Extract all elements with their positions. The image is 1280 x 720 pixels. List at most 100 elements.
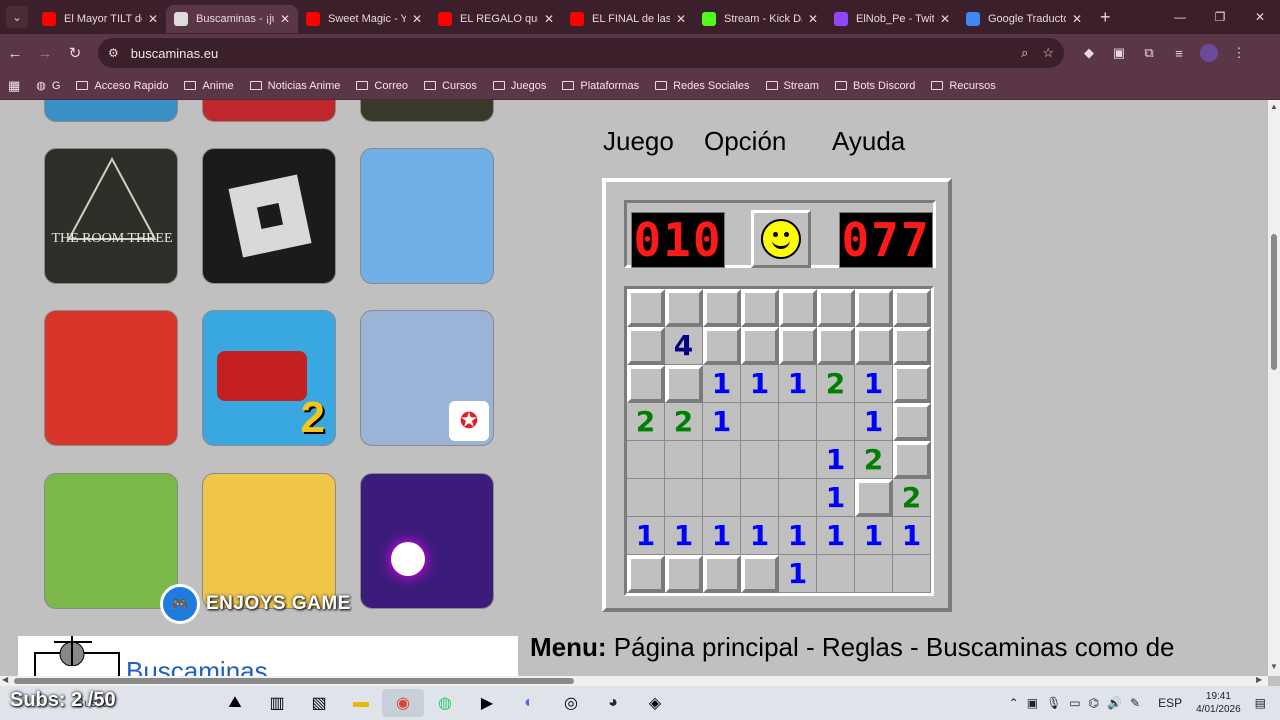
smiley-reset-button[interactable] xyxy=(751,210,811,268)
close-tab-icon[interactable]: ✕ xyxy=(676,12,686,26)
cell-hidden[interactable] xyxy=(741,289,779,327)
cell-number[interactable]: 2 xyxy=(855,441,893,479)
game-thumb-talking-tom-gold-run[interactable] xyxy=(44,310,178,446)
browser-tab[interactable]: EL FINAL de las l ✕ xyxy=(562,5,694,33)
bookmark-item[interactable]: Noticias Anime xyxy=(249,80,340,92)
clock[interactable]: 19:41 4/01/2026 xyxy=(1196,690,1241,716)
cell-hidden[interactable] xyxy=(741,555,779,593)
media-icon[interactable]: ≡ xyxy=(1164,46,1194,61)
cell-empty[interactable] xyxy=(665,479,703,517)
tray-chevron-icon[interactable]: ⌃ xyxy=(1009,696,1019,710)
cell-empty[interactable] xyxy=(817,555,855,593)
obs-icon[interactable]: ◎ xyxy=(550,689,592,717)
maximize-button[interactable]: ❐ xyxy=(1200,0,1240,34)
bookmark-item[interactable]: Plataformas xyxy=(562,80,639,92)
game-thumb-partial-1[interactable] xyxy=(44,100,178,122)
extension-icon[interactable]: ◆ xyxy=(1074,45,1104,61)
cell-hidden[interactable] xyxy=(893,441,931,479)
close-window-button[interactable]: ✕ xyxy=(1240,0,1280,34)
cell-number[interactable]: 1 xyxy=(893,517,931,555)
whatsapp-icon[interactable]: ◍ xyxy=(424,689,466,717)
close-tab-icon[interactable]: ✕ xyxy=(412,12,422,26)
cell-hidden[interactable] xyxy=(779,327,817,365)
cell-empty[interactable] xyxy=(855,555,893,593)
game-thumb-bloons-td-battles[interactable] xyxy=(44,473,178,609)
cell-hidden[interactable] xyxy=(627,289,665,327)
cell-hidden[interactable] xyxy=(703,555,741,593)
cell-empty[interactable] xyxy=(741,441,779,479)
browser-tab[interactable]: Sweet Magic - Yo ✕ xyxy=(298,5,430,33)
cell-hidden[interactable] xyxy=(665,555,703,593)
cell-number[interactable]: 2 xyxy=(627,403,665,441)
cell-number[interactable]: 4 xyxy=(665,327,703,365)
cell-number[interactable]: 1 xyxy=(855,403,893,441)
game-thumb-tiles-hop[interactable] xyxy=(360,473,494,609)
browser-tab[interactable]: ElNob_Pe - Twitc ✕ xyxy=(826,5,958,33)
bookmark-item[interactable]: ◍ G xyxy=(36,79,60,93)
reload-button[interactable]: ↻ xyxy=(60,44,90,62)
cell-number[interactable]: 1 xyxy=(741,517,779,555)
close-tab-icon[interactable]: ✕ xyxy=(280,12,290,26)
cell-hidden[interactable] xyxy=(855,479,893,517)
bookmark-star-icon[interactable]: ☆ xyxy=(1042,45,1054,61)
scroll-down-icon[interactable]: ▼ xyxy=(1270,662,1278,671)
extension-2-icon[interactable]: ▣ xyxy=(1104,45,1134,61)
bookmark-item[interactable]: Redes Sociales xyxy=(655,80,750,92)
cell-hidden[interactable] xyxy=(893,403,931,441)
cell-hidden[interactable] xyxy=(665,289,703,327)
cell-hidden[interactable] xyxy=(893,289,931,327)
cell-empty[interactable] xyxy=(703,479,741,517)
minimize-button[interactable]: — xyxy=(1160,0,1200,34)
menu-links[interactable]: Página principal - Reglas - Buscaminas c… xyxy=(607,632,1175,662)
cell-empty[interactable] xyxy=(779,403,817,441)
notifications-icon[interactable]: ▤ xyxy=(1255,696,1266,710)
cell-empty[interactable] xyxy=(779,479,817,517)
cell-number[interactable]: 2 xyxy=(817,365,855,403)
cell-number[interactable]: 1 xyxy=(817,441,855,479)
cell-hidden[interactable] xyxy=(855,327,893,365)
profile-avatar[interactable] xyxy=(1200,44,1218,62)
cell-hidden[interactable] xyxy=(741,327,779,365)
game-thumb-partial-3[interactable] xyxy=(360,100,494,122)
weather-widget-icon[interactable]: ⛰ xyxy=(214,689,256,717)
cell-number[interactable]: 1 xyxy=(779,555,817,593)
notepad-icon[interactable]: ▧ xyxy=(298,689,340,717)
pen-icon[interactable]: ✎ xyxy=(1130,696,1140,710)
browser-tab[interactable]: Stream - Kick Da ✕ xyxy=(694,5,826,33)
mic-icon[interactable]: 🎙 xyxy=(1046,696,1061,710)
cell-number[interactable]: 1 xyxy=(703,517,741,555)
cell-empty[interactable] xyxy=(817,403,855,441)
browser-tab[interactable]: El Mayor TILT de ✕ xyxy=(34,5,166,33)
menu-opcion[interactable]: Opción xyxy=(704,126,786,157)
cell-number[interactable]: 1 xyxy=(703,403,741,441)
close-tab-icon[interactable]: ✕ xyxy=(544,12,554,26)
close-tab-icon[interactable]: ✕ xyxy=(808,12,818,26)
bookmark-item[interactable]: Juegos xyxy=(492,80,546,92)
puzzle-icon[interactable]: ⧉ xyxy=(1134,45,1164,61)
game-thumb-partial-2[interactable] xyxy=(202,100,336,122)
cell-empty[interactable] xyxy=(627,441,665,479)
address-bar[interactable]: ⚙ buscaminas.eu ⌕ ☆ xyxy=(98,38,1064,68)
cell-empty[interactable] xyxy=(741,479,779,517)
cell-number[interactable]: 2 xyxy=(893,479,931,517)
cell-number[interactable]: 1 xyxy=(665,517,703,555)
bookmark-item[interactable]: Stream xyxy=(765,80,819,92)
close-tab-icon[interactable]: ✕ xyxy=(1072,12,1082,26)
cell-hidden[interactable] xyxy=(627,555,665,593)
cell-hidden[interactable] xyxy=(817,289,855,327)
steam-icon[interactable]: ◕ xyxy=(592,689,634,717)
cell-number[interactable]: 1 xyxy=(817,517,855,555)
cell-empty[interactable] xyxy=(741,403,779,441)
horizontal-scroll-thumb[interactable] xyxy=(14,678,574,684)
cell-number[interactable]: 1 xyxy=(817,479,855,517)
tab-search-button[interactable]: ⌄ xyxy=(6,6,28,28)
game-thumb-the-room-three[interactable]: THE ROOM THREE xyxy=(44,148,178,284)
discord-icon[interactable]: ◐ xyxy=(508,689,550,717)
bookmark-item[interactable]: Cursos xyxy=(424,80,477,92)
browser-tab[interactable]: EL REGALO que l ✕ xyxy=(430,5,562,33)
volume-icon[interactable]: 🔊 xyxy=(1107,696,1122,710)
cell-empty[interactable] xyxy=(703,441,741,479)
menu-kebab-icon[interactable]: ⋮ xyxy=(1224,45,1254,61)
bookmark-item[interactable]: Anime xyxy=(184,80,234,92)
bookmark-item[interactable]: Recursos xyxy=(931,80,996,92)
